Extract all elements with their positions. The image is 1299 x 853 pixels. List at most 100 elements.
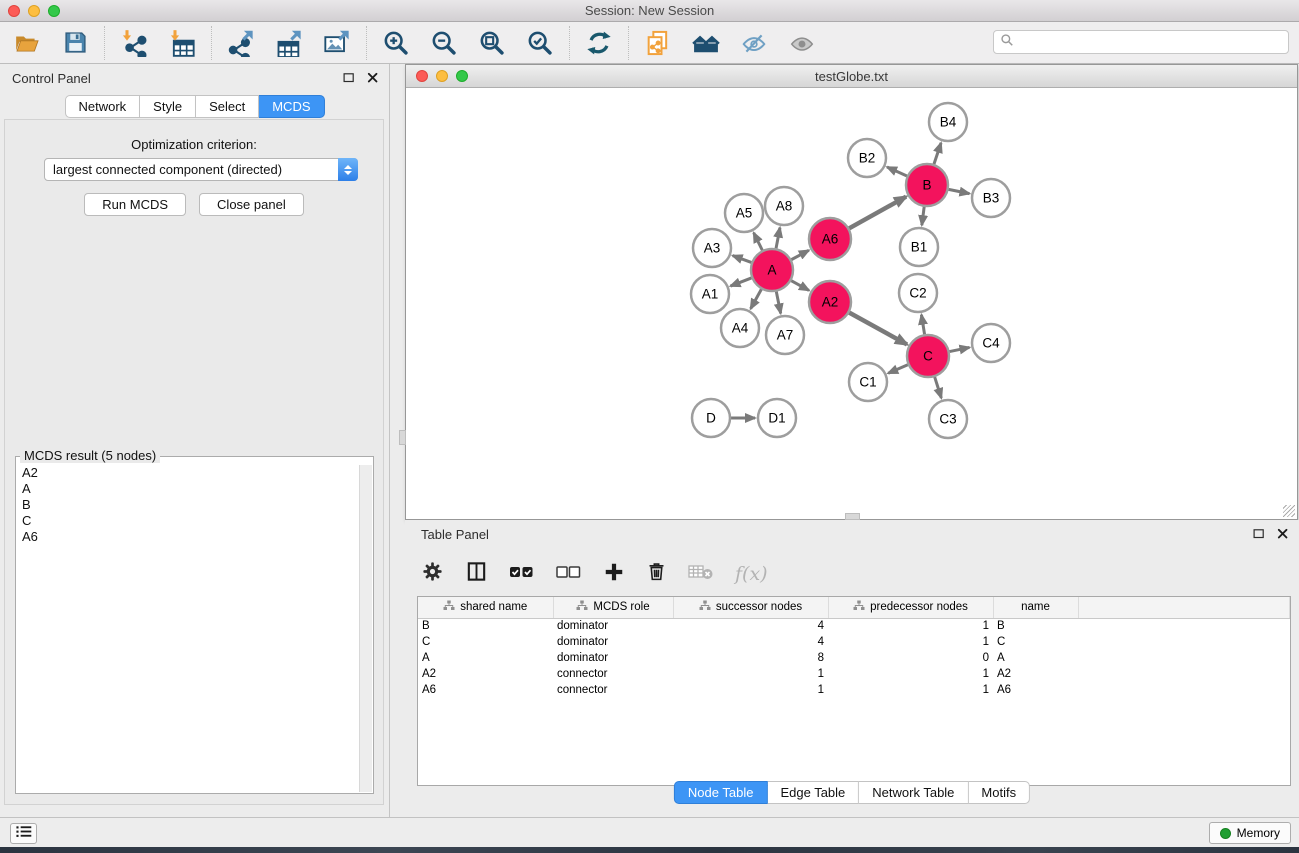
- run-mcds-button[interactable]: Run MCDS: [84, 193, 186, 216]
- result-item[interactable]: A6: [22, 529, 359, 545]
- float-table-panel-button[interactable]: [1251, 526, 1267, 542]
- cell[interactable]: 1: [673, 666, 828, 682]
- edge-A-A7[interactable]: [776, 292, 780, 314]
- clone-network-button[interactable]: [643, 28, 673, 58]
- node-A3[interactable]: A3: [693, 229, 731, 267]
- cell[interactable]: dominator: [553, 618, 673, 634]
- node-A[interactable]: A: [751, 249, 793, 291]
- table-row[interactable]: Cdominator41C: [418, 634, 1290, 650]
- cell[interactable]: B: [418, 618, 553, 634]
- table-tab-edge-table[interactable]: Edge Table: [767, 781, 859, 804]
- delete-column-button[interactable]: [646, 560, 667, 588]
- resize-grip[interactable]: [1283, 505, 1295, 517]
- result-item[interactable]: C: [22, 513, 359, 529]
- node-B2[interactable]: B2: [848, 139, 886, 177]
- edge-C-C3[interactable]: [935, 377, 942, 398]
- edge-A-A8[interactable]: [776, 228, 780, 249]
- open-file-button[interactable]: [12, 28, 42, 58]
- edge-A2-C[interactable]: [849, 313, 907, 345]
- column-header-name[interactable]: name: [993, 597, 1078, 618]
- dropdown-stepper-icon[interactable]: [338, 158, 358, 181]
- edge-A-A4[interactable]: [751, 289, 762, 308]
- column-header-shared-name[interactable]: shared name: [418, 597, 553, 618]
- result-item[interactable]: B: [22, 497, 359, 513]
- column-visibility-button[interactable]: [465, 560, 488, 588]
- node-A6[interactable]: A6: [809, 218, 851, 260]
- tab-mcds[interactable]: MCDS: [259, 95, 324, 118]
- edge-A-A1[interactable]: [731, 278, 752, 286]
- node-A2[interactable]: A2: [809, 281, 851, 323]
- node-B4[interactable]: B4: [929, 103, 967, 141]
- task-history-button[interactable]: [10, 823, 37, 844]
- edge-B-B2[interactable]: [887, 167, 907, 176]
- network-window-titlebar[interactable]: testGlobe.txt: [406, 65, 1297, 88]
- cell[interactable]: 1: [828, 682, 993, 698]
- close-table-panel-button[interactable]: [1275, 526, 1291, 542]
- node-A5[interactable]: A5: [725, 194, 763, 232]
- add-column-button[interactable]: [603, 561, 625, 588]
- zoom-in-button[interactable]: [381, 28, 411, 58]
- network-canvas[interactable]: AA1A2A3A4A5A6A7A8BB1B2B3B4CC1C2C3C4DD1: [406, 88, 1297, 519]
- node-D1[interactable]: D1: [758, 399, 796, 437]
- edge-C-C2[interactable]: [921, 315, 924, 335]
- column-header-successor-nodes[interactable]: successor nodes: [673, 597, 828, 618]
- node-C[interactable]: C: [907, 335, 949, 377]
- cell[interactable]: 4: [673, 618, 828, 634]
- node-B1[interactable]: B1: [900, 228, 938, 266]
- cell[interactable]: 8: [673, 650, 828, 666]
- cell[interactable]: B: [993, 618, 1078, 634]
- node-A7[interactable]: A7: [766, 316, 804, 354]
- result-item[interactable]: A: [22, 481, 359, 497]
- network-close-button[interactable]: [416, 70, 428, 82]
- cell[interactable]: A: [993, 650, 1078, 666]
- cell[interactable]: C: [418, 634, 553, 650]
- edge-A-A2[interactable]: [791, 281, 809, 291]
- cell[interactable]: connector: [553, 666, 673, 682]
- node-C2[interactable]: C2: [899, 274, 937, 312]
- table-row[interactable]: Bdominator41B: [418, 618, 1290, 634]
- export-image-button[interactable]: [322, 28, 352, 58]
- network-minimize-button[interactable]: [436, 70, 448, 82]
- close-panel-button-mcds[interactable]: Close panel: [199, 193, 304, 216]
- node-B[interactable]: B: [906, 164, 948, 206]
- edge-B-B4[interactable]: [934, 143, 941, 164]
- cell[interactable]: A2: [993, 666, 1078, 682]
- search-field[interactable]: [993, 30, 1289, 54]
- edge-B-B3[interactable]: [949, 189, 970, 193]
- refresh-network-button[interactable]: [584, 28, 614, 58]
- cell[interactable]: 0: [828, 650, 993, 666]
- network-zoom-button[interactable]: [456, 70, 468, 82]
- node-B3[interactable]: B3: [972, 179, 1010, 217]
- float-panel-button[interactable]: [341, 70, 357, 86]
- cell[interactable]: dominator: [553, 650, 673, 666]
- export-network-button[interactable]: [226, 28, 256, 58]
- home-view-button[interactable]: [691, 28, 721, 58]
- tab-select[interactable]: Select: [196, 95, 259, 118]
- table-tab-network-table[interactable]: Network Table: [859, 781, 968, 804]
- cell[interactable]: dominator: [553, 634, 673, 650]
- zoom-selected-button[interactable]: [525, 28, 555, 58]
- horizontal-split-handle[interactable]: [845, 513, 860, 520]
- window-controls[interactable]: [8, 5, 60, 17]
- cell[interactable]: A6: [993, 682, 1078, 698]
- table-row[interactable]: A2connector11A2: [418, 666, 1290, 682]
- hide-panel-button[interactable]: [739, 28, 769, 58]
- zoom-window-button[interactable]: [48, 5, 60, 17]
- minimize-window-button[interactable]: [28, 5, 40, 17]
- tab-network[interactable]: Network: [64, 95, 140, 118]
- node-A1[interactable]: A1: [691, 275, 729, 313]
- cell[interactable]: A6: [418, 682, 553, 698]
- deselect-all-rows-button[interactable]: [556, 561, 582, 588]
- edge-C-C1[interactable]: [888, 365, 908, 374]
- result-scrollbar[interactable]: [359, 465, 372, 792]
- cell[interactable]: 1: [828, 634, 993, 650]
- edge-A-A5[interactable]: [754, 233, 763, 251]
- close-window-button[interactable]: [8, 5, 20, 17]
- table-row[interactable]: A6connector11A6: [418, 682, 1290, 698]
- table-tab-node-table[interactable]: Node Table: [674, 781, 768, 804]
- import-table-button[interactable]: [167, 28, 197, 58]
- node-C3[interactable]: C3: [929, 400, 967, 438]
- cell[interactable]: 4: [673, 634, 828, 650]
- node-A8[interactable]: A8: [765, 187, 803, 225]
- edge-A-A3[interactable]: [733, 256, 752, 263]
